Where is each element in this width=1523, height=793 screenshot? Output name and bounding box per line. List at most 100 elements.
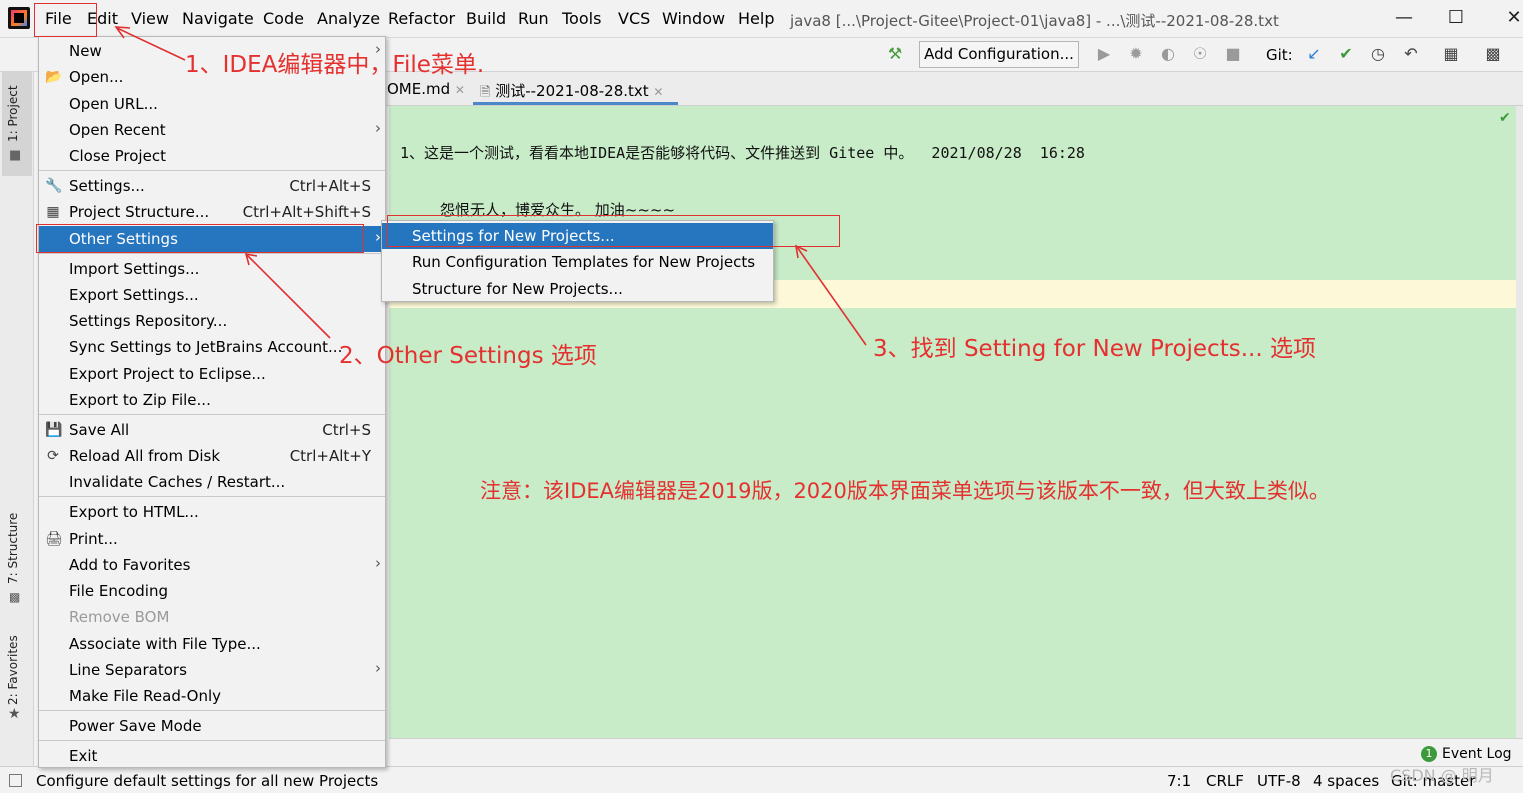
minimize-icon[interactable]: — [1392, 6, 1416, 30]
window-title: java8 [...\Project-Gitee\Project-01\java… [790, 12, 1279, 30]
menu-item-add-favorites[interactable]: Add to Favorites › [39, 552, 385, 578]
menu-item-import-settings[interactable]: Import Settings... [39, 256, 385, 282]
close-window-icon[interactable]: ✕ [1502, 6, 1523, 30]
menu-item-print[interactable]: 🖨 Print... [39, 526, 385, 552]
profile-icon[interactable]: ☉ [1191, 45, 1209, 63]
event-log-button[interactable]: Event Log [1442, 746, 1512, 762]
menu-item-file-encoding[interactable]: File Encoding [39, 578, 385, 604]
folder-icon: 📂 [45, 69, 63, 85]
tab-readme[interactable]: OME.md ✕ [387, 80, 465, 98]
menu-analyze[interactable]: Analyze [317, 9, 380, 28]
menu-item-associate-file-type[interactable]: Associate with File Type... [39, 631, 385, 657]
wrench-icon: 🔧 [45, 178, 63, 194]
tab-readme-label: OME.md [387, 80, 451, 98]
left-tool-strip: 1: Project ■ 7: Structure ▩ 2: Favorites… [0, 72, 34, 766]
menu-item-open-recent[interactable]: Open Recent › [39, 117, 385, 143]
toggle-tool-windows-icon[interactable] [9, 774, 22, 787]
menu-view[interactable]: View [131, 9, 169, 28]
menu-item-open-url[interactable]: Open URL... [39, 91, 385, 117]
chevron-right-icon: › [375, 119, 381, 137]
structure-tool-label[interactable]: 7: Structure [6, 513, 20, 584]
menu-item-line-separators[interactable]: Line Separators › [39, 657, 385, 683]
menu-separator [39, 496, 385, 497]
tab-test-txt-label: 测试--2021-08-28.txt [495, 82, 649, 100]
menu-tools[interactable]: Tools [562, 9, 601, 28]
menu-navigate[interactable]: Navigate [182, 9, 254, 28]
tool-window-footer: 1 Event Log [389, 738, 1523, 766]
menu-window[interactable]: Window [662, 9, 725, 28]
annotation-step-1: 1、IDEA编辑器中，File菜单. [185, 52, 485, 78]
menu-item-remove-bom: Remove BOM [69, 608, 170, 626]
chevron-right-icon: › [375, 659, 381, 677]
git-label: Git: [1266, 46, 1293, 64]
git-commit-icon[interactable]: ✔ [1337, 45, 1355, 63]
annotation-version-note: 注意：该IDEA编辑器是2019版，2020版本界面菜单选项与该版本不一致，但大… [480, 479, 1330, 503]
git-rollback-icon[interactable]: ↶ [1402, 45, 1420, 63]
project-tool-label[interactable]: 1: Project [6, 85, 20, 142]
print-icon: 🖨 [45, 531, 63, 547]
git-update-icon[interactable]: ↙ [1305, 45, 1323, 63]
stop-icon[interactable]: ■ [1224, 45, 1242, 63]
menu-item-invalidate-caches[interactable]: Invalidate Caches / Restart... [39, 469, 385, 495]
indent-setting[interactable]: 4 spaces [1313, 772, 1379, 790]
menu-separator [39, 740, 385, 741]
menu-code[interactable]: Code [263, 9, 304, 28]
menu-build[interactable]: Build [466, 9, 506, 28]
build-hammer-icon[interactable]: ⚒ [886, 45, 904, 63]
menu-item-read-only[interactable]: Make File Read-Only [39, 683, 385, 709]
line-separator[interactable]: CRLF [1206, 772, 1244, 790]
add-configuration-button[interactable]: Add Configuration... [919, 41, 1079, 68]
reload-icon: ⟳ [47, 448, 59, 464]
maximize-icon[interactable]: ☐ [1444, 6, 1468, 30]
close-tab-icon[interactable]: ✕ [653, 85, 663, 99]
editor-scrollbar[interactable] [1516, 106, 1523, 738]
menu-item-export-eclipse[interactable]: Export Project to Eclipse... [39, 361, 385, 387]
menu-item-power-save[interactable]: Power Save Mode [39, 713, 385, 739]
save-icon: 💾 [45, 422, 63, 438]
menu-bar: File Edit View Navigate Code Analyze Ref… [0, 0, 1523, 38]
highlight-settings-new-projects [387, 215, 840, 247]
status-hint: Configure default settings for all new P… [36, 772, 379, 790]
menu-vcs[interactable]: VCS [618, 9, 650, 28]
file-menu-popup: New › 📂 Open... Open URL... Open Recent › C… [38, 36, 386, 768]
git-history-icon[interactable]: ◷ [1369, 45, 1387, 63]
menu-item-export-settings[interactable]: Export Settings... [39, 282, 385, 308]
menu-item-settings-repository[interactable]: Settings Repository... [39, 308, 385, 334]
menu-run[interactable]: Run [518, 9, 549, 28]
menu-item-reload[interactable]: ⟳ Reload All from Disk Ctrl+Alt+Y [39, 443, 385, 469]
menu-refactor[interactable]: Refactor [388, 9, 455, 28]
inspection-ok-icon[interactable]: ✔ [1499, 110, 1511, 126]
close-tab-icon[interactable]: ✕ [455, 83, 465, 97]
highlight-other-settings [36, 224, 364, 253]
status-bar: Configure default settings for all new P… [0, 766, 1523, 793]
run-icon[interactable]: ▶ [1095, 45, 1113, 63]
menu-item-export-zip[interactable]: Export to Zip File... [39, 387, 385, 413]
menu-item-export-html[interactable]: Export to HTML... [39, 499, 385, 525]
coverage-icon[interactable]: ◐ [1159, 45, 1177, 63]
text-file-icon: 🗎 [480, 85, 491, 100]
menu-item-sync-settings[interactable]: Sync Settings to JetBrains Account... [39, 334, 385, 360]
project-structure-toolbar-icon[interactable]: ▦ [1442, 45, 1460, 63]
terminal-icon[interactable]: ▩ [1484, 45, 1502, 63]
submenu-structure-new-projects[interactable]: Structure for New Projects... [382, 276, 773, 302]
file-encoding[interactable]: UTF-8 [1257, 772, 1301, 790]
event-count-badge: 1 [1421, 746, 1437, 762]
menu-item-close-project[interactable]: Close Project [39, 143, 385, 169]
annotation-step-2: 2、Other Settings 选项 [339, 343, 597, 369]
menu-help[interactable]: Help [738, 9, 774, 28]
caret-position[interactable]: 7:1 [1167, 772, 1191, 790]
menu-separator [39, 710, 385, 711]
menu-item-settings[interactable]: 🔧 Settings... Ctrl+Alt+S [39, 173, 385, 199]
menu-item-exit[interactable]: Exit [39, 743, 385, 769]
menu-separator [39, 414, 385, 415]
editor-line-1: 1、这是一个测试，看看本地IDEA是否能够将代码、文件推送到 Gitee 中。 … [400, 144, 1085, 162]
menu-item-save-all[interactable]: 💾 Save All Ctrl+S [39, 417, 385, 443]
menu-item-project-structure[interactable]: ▦ Project Structure... Ctrl+Alt+Shift+S [39, 199, 385, 225]
submenu-run-config-templates[interactable]: Run Configuration Templates for New Proj… [382, 249, 773, 275]
project-structure-icon: ▦ [46, 204, 60, 220]
structure-icon: ▩ [9, 590, 21, 604]
watermark: CSDN @ 明月 [1390, 766, 1494, 785]
intellij-logo-icon [8, 7, 30, 29]
debug-icon[interactable]: ✹ [1127, 45, 1145, 63]
favorites-tool-label[interactable]: 2: Favorites [6, 635, 20, 705]
